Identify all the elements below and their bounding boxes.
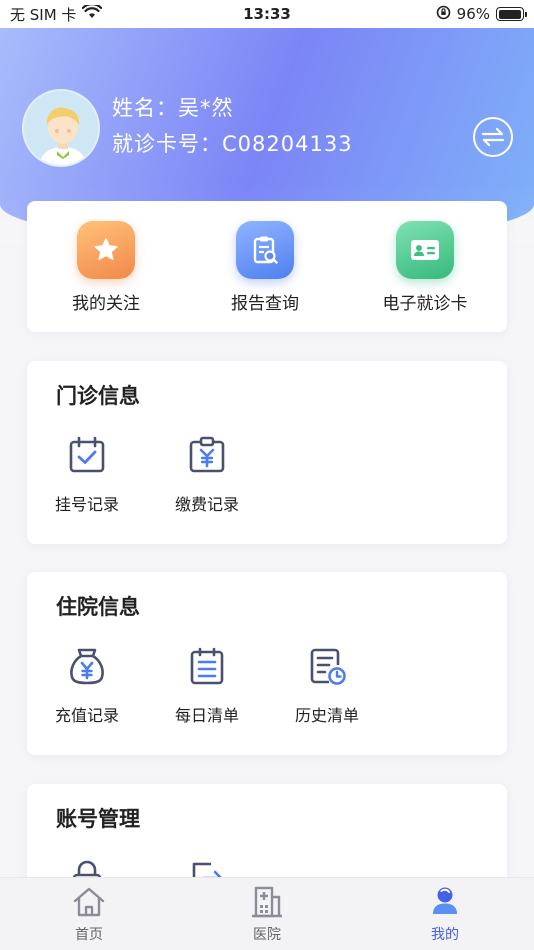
e-medical-card-label: 电子就诊卡 (382, 294, 468, 314)
outpatient-card: 门诊信息 挂号记录 缴费记录 (27, 361, 507, 544)
daily-list-label: 每日清单 (174, 706, 239, 725)
daily-list-icon (190, 647, 224, 685)
id-card-icon (396, 221, 454, 279)
hospital-icon (252, 886, 282, 918)
registration-records-label: 挂号记录 (54, 495, 119, 514)
daily-list-button[interactable]: 每日清单 (157, 646, 257, 726)
swap-arrows-icon (481, 127, 505, 147)
calendar-check-icon (69, 436, 105, 473)
carrier-label: 无 SIM 卡 (10, 5, 77, 24)
report-query-button[interactable]: 报告查询 (200, 221, 330, 314)
status-left: 无 SIM 卡 (10, 3, 436, 25)
avatar[interactable] (22, 89, 100, 167)
registration-records-button[interactable]: 挂号记录 (37, 435, 137, 515)
patient-name: 姓名：吴*然 (112, 96, 234, 120)
my-follows-button[interactable]: 我的关注 (41, 221, 171, 314)
battery-icon (496, 7, 527, 21)
orientation-lock-icon (436, 5, 451, 24)
tab-mine-label: 我的 (431, 927, 459, 943)
history-list-button[interactable]: 历史清单 (277, 646, 377, 726)
tab-mine[interactable]: 我的 (356, 878, 534, 950)
e-medical-card-button[interactable]: 电子就诊卡 (360, 221, 490, 314)
report-query-label: 报告查询 (231, 294, 299, 314)
home-icon (73, 887, 105, 917)
history-list-label: 历史清单 (294, 706, 359, 725)
payment-records-label: 缴费记录 (174, 495, 239, 514)
patient-card-number: 就诊卡号：C08204133 (112, 132, 353, 156)
tab-home-label: 首页 (75, 927, 103, 943)
star-icon (77, 221, 135, 279)
recharge-records-button[interactable]: 充值记录 (37, 646, 137, 726)
wifi-icon (82, 3, 103, 23)
battery-fill (498, 9, 521, 19)
payment-clipboard-icon (189, 436, 225, 473)
money-bag-icon (70, 648, 104, 685)
tab-home[interactable]: 首页 (0, 878, 178, 950)
profile-icon (433, 887, 457, 914)
status-bar: 无 SIM 卡 13:33 96% (0, 0, 534, 28)
quick-actions-card: 我的关注 报告查询 电子就诊卡 (27, 201, 507, 332)
inpatient-title: 住院信息 (56, 595, 140, 619)
tab-hospital[interactable]: 医院 (178, 878, 356, 950)
report-search-icon (236, 221, 294, 279)
outpatient-title: 门诊信息 (56, 384, 140, 408)
payment-records-button[interactable]: 缴费记录 (157, 435, 257, 515)
switch-patient-button[interactable] (473, 117, 513, 157)
bottom-tab-bar: 首页 医院 我的 (0, 877, 534, 950)
inpatient-card: 住院信息 充值记录 每日清单 历史清单 (27, 572, 507, 755)
my-follows-label: 我的关注 (72, 294, 140, 314)
tab-hospital-label: 医院 (253, 927, 281, 943)
recharge-records-label: 充值记录 (54, 706, 119, 725)
battery-percent: 96% (456, 5, 490, 23)
history-list-icon (310, 648, 346, 685)
account-title: 账号管理 (56, 807, 140, 831)
status-right: 96% (436, 5, 527, 24)
